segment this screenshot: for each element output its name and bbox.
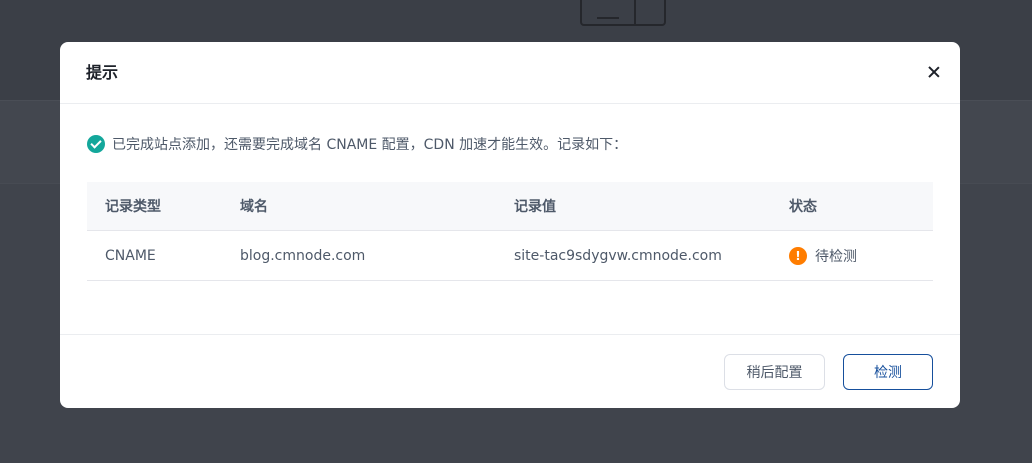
status-text: 待检测 (815, 248, 857, 265)
close-icon[interactable] (926, 64, 942, 80)
table-header-row: 记录类型 域名 记录值 状态 (87, 182, 933, 231)
minus-icon (597, 17, 619, 19)
check-button[interactable]: 检测 (843, 354, 933, 390)
success-notice: 已完成站点添加，还需要完成域名 CNAME 配置，CDN 加速才能生效。记录如下… (87, 134, 627, 154)
cell-record-type: CNAME (87, 230, 240, 281)
warning-icon: ! (789, 246, 807, 265)
cell-domain: blog.cmnode.com (240, 230, 514, 281)
dialog-footer: 稍后配置 检测 (60, 334, 960, 408)
dialog-header: 提示 (60, 42, 960, 104)
cname-prompt-dialog: 提示 已完成站点添加，还需要完成域名 CNAME 配置，CDN 加速才能生效。记… (60, 42, 960, 408)
configure-later-button[interactable]: 稍后配置 (724, 354, 825, 390)
column-header-record-value: 记录值 (514, 182, 789, 231)
background-stepper (580, 0, 666, 26)
stepper-plus (634, 0, 664, 24)
notice-text: 已完成站点添加，还需要完成域名 CNAME 配置，CDN 加速才能生效。记录如下… (112, 137, 628, 153)
table-row: CNAME blog.cmnode.com site-tac9sdygvw.cm… (87, 230, 933, 281)
column-header-domain: 域名 (240, 182, 514, 231)
dns-records-table: 记录类型 域名 记录值 状态 CNAME blog.cmnode.com sit… (87, 182, 933, 281)
dialog-title: 提示 (86, 63, 119, 82)
column-header-status: 状态 (789, 182, 933, 231)
cell-record-value: site-tac9sdygvw.cmnode.com (514, 230, 789, 281)
column-header-record-type: 记录类型 (87, 182, 240, 231)
check-circle-icon (87, 135, 105, 153)
stepper-minus (582, 0, 634, 24)
cell-status: ! 待检测 (789, 230, 933, 281)
status-badge: ! 待检测 (789, 246, 933, 266)
